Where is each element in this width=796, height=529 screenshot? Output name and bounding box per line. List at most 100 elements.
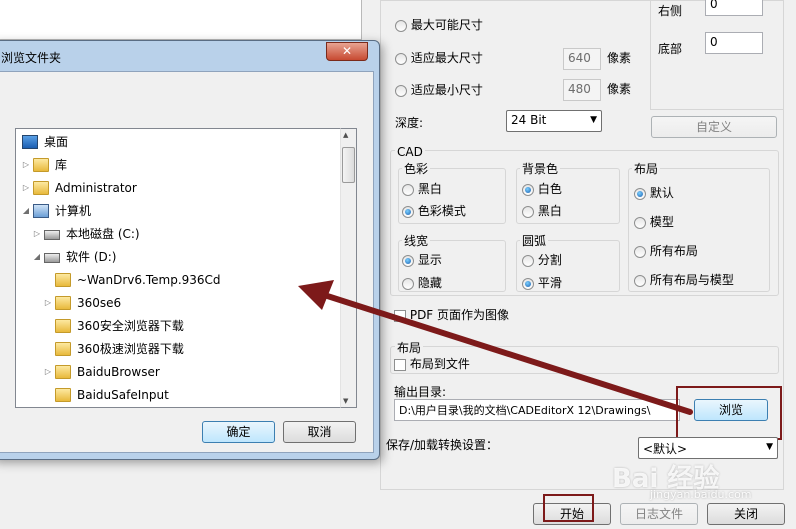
output-path-input[interactable]: D:\用户目录\我的文档\CADEditorX 12\Drawings\: [394, 399, 680, 421]
folder-tree[interactable]: 桌面 ▷ 库 ▷ Administrator ◢ 计算机 ▷ 本地磁盘 (C:) ◢ 软件 (D:)…: [15, 128, 357, 408]
collapsed-arrow-icon[interactable]: ▷: [21, 183, 31, 192]
layout-all-radio[interactable]: [634, 245, 646, 258]
bg-white-option[interactable]: 白色: [522, 180, 562, 197]
layout-model-option[interactable]: 模型: [634, 213, 674, 230]
cancel-button[interactable]: 取消: [283, 421, 356, 443]
tree-item[interactable]: 360极速浏览器下载: [77, 338, 184, 360]
library-icon: [33, 158, 49, 172]
scroll-down-icon[interactable]: ▼: [343, 397, 348, 405]
arc-smooth-radio[interactable]: [522, 277, 534, 290]
tree-item[interactable]: 360安全浏览器下载: [77, 315, 184, 337]
folder-icon: [55, 388, 71, 402]
color-bw-label: 黑白: [417, 182, 442, 196]
arc-smooth-label: 平滑: [537, 276, 562, 290]
color-mode-radio[interactable]: [402, 205, 414, 218]
tree-item[interactable]: 软件 (D:): [66, 246, 116, 268]
fit-min-label: 适应最小尺寸: [410, 83, 483, 97]
tree-item[interactable]: 本地磁盘 (C:): [66, 223, 140, 245]
computer-icon: [33, 204, 49, 218]
layout-all-model-radio[interactable]: [634, 274, 646, 287]
lineweight-show-radio[interactable]: [402, 254, 414, 267]
bg-bw-option[interactable]: 黑白: [522, 202, 562, 219]
bottom-margin-input[interactable]: 0: [705, 32, 763, 54]
lineweight-hide-option[interactable]: 隐藏: [402, 274, 442, 291]
pdf-as-image-option[interactable]: PDF 页面作为图像: [394, 306, 509, 323]
cad-title: CAD: [395, 145, 425, 159]
scroll-thumb[interactable]: [342, 147, 355, 183]
tree-scrollbar[interactable]: ▲ ▼: [340, 128, 357, 408]
max-possible-radio[interactable]: [395, 19, 407, 32]
arc-split-radio[interactable]: [522, 254, 534, 267]
log-file-button[interactable]: 日志文件: [620, 503, 698, 525]
close-icon[interactable]: ✕: [326, 42, 368, 61]
expanded-arrow-icon[interactable]: ◢: [32, 252, 42, 261]
fit-max-input[interactable]: 640: [563, 48, 601, 70]
save-load-select[interactable]: <默认> ▼: [638, 437, 778, 459]
fit-min-unit: 像素: [607, 82, 632, 96]
collapsed-arrow-icon[interactable]: ▷: [21, 160, 31, 169]
fit-min-radio[interactable]: [395, 84, 407, 97]
ok-button[interactable]: 确定: [202, 421, 275, 443]
scroll-up-icon[interactable]: ▲: [343, 131, 348, 139]
bg-bw-radio[interactable]: [522, 205, 534, 218]
layout-default-radio[interactable]: [634, 187, 646, 200]
chevron-down-icon: ▼: [590, 115, 597, 125]
arc-smooth-option[interactable]: 平滑: [522, 274, 562, 291]
fit-max-option[interactable]: 适应最大尺寸: [395, 49, 483, 66]
collapsed-arrow-icon[interactable]: ▷: [32, 229, 42, 238]
layout-all-model-option[interactable]: 所有布局与模型: [634, 271, 734, 288]
depth-value: 24 Bit: [511, 113, 547, 127]
output-label: 输出目录:: [394, 385, 447, 399]
tree-item[interactable]: 库: [55, 154, 67, 176]
layout-default-option[interactable]: 默认: [634, 184, 674, 201]
tree-item[interactable]: BaiduBrowser: [77, 361, 160, 383]
layout-to-file-label: 布局到文件: [409, 357, 470, 371]
folder-icon: [55, 319, 71, 333]
fit-min-option[interactable]: 适应最小尺寸: [395, 81, 483, 98]
expanded-arrow-icon[interactable]: ◢: [21, 206, 31, 215]
close-button[interactable]: 关闭: [707, 503, 785, 525]
tree-item[interactable]: BaiduSafeInput: [77, 384, 169, 406]
layout-all-option[interactable]: 所有布局: [634, 242, 698, 259]
arc-split-option[interactable]: 分割: [522, 251, 562, 268]
layout-to-file-option[interactable]: 布局到文件: [394, 355, 470, 372]
bg-white-label: 白色: [537, 182, 562, 196]
color-mode-label: 色彩模式: [417, 204, 466, 218]
layout-model-label: 模型: [649, 215, 674, 229]
tree-item[interactable]: 桌面: [44, 131, 68, 153]
collapsed-arrow-icon[interactable]: ▷: [43, 367, 53, 376]
tree-item[interactable]: 360se6: [77, 292, 121, 314]
folder-icon: [55, 342, 71, 356]
start-highlight-box: [543, 494, 594, 522]
layout-section-title: 布局: [395, 339, 424, 356]
max-possible-label: 最大可能尺寸: [410, 18, 483, 32]
layout-to-file-checkbox[interactable]: [394, 358, 406, 371]
lineweight-hide-radio[interactable]: [402, 277, 414, 290]
pdf-as-image-label: PDF 页面作为图像: [409, 308, 510, 322]
lineweight-show-option[interactable]: 显示: [402, 251, 442, 268]
save-load-value: <默认>: [643, 442, 688, 456]
tree-item[interactable]: 计算机: [55, 200, 91, 222]
arc-group-title: 圆弧: [520, 232, 549, 249]
color-mode-option[interactable]: 色彩模式: [402, 202, 466, 219]
custom-button[interactable]: 自定义: [651, 116, 777, 138]
max-possible-option[interactable]: 最大可能尺寸: [395, 16, 483, 33]
color-bw-option[interactable]: 黑白: [402, 180, 442, 197]
tree-item[interactable]: Administrator: [55, 177, 137, 199]
background-group-title: 背景色: [520, 160, 561, 177]
layout-model-radio[interactable]: [634, 216, 646, 229]
fit-max-label: 适应最大尺寸: [410, 51, 483, 65]
user-folder-icon: [33, 181, 49, 195]
collapsed-arrow-icon[interactable]: ▷: [43, 298, 53, 307]
pdf-as-image-checkbox[interactable]: [394, 309, 406, 322]
right-margin-input[interactable]: 0: [705, 0, 763, 16]
fit-max-radio[interactable]: [395, 52, 407, 65]
color-bw-radio[interactable]: [402, 183, 414, 196]
fit-min-input[interactable]: 480: [563, 79, 601, 101]
right-margin-label: 右侧: [658, 4, 683, 18]
layout-all-model-label: 所有布局与模型: [649, 273, 734, 287]
depth-select[interactable]: 24 Bit ▼: [506, 110, 602, 132]
bg-white-radio[interactable]: [522, 183, 534, 196]
tree-item[interactable]: ~WanDrv6.Temp.936Cd: [77, 269, 221, 291]
fit-max-unit: 像素: [607, 51, 632, 65]
